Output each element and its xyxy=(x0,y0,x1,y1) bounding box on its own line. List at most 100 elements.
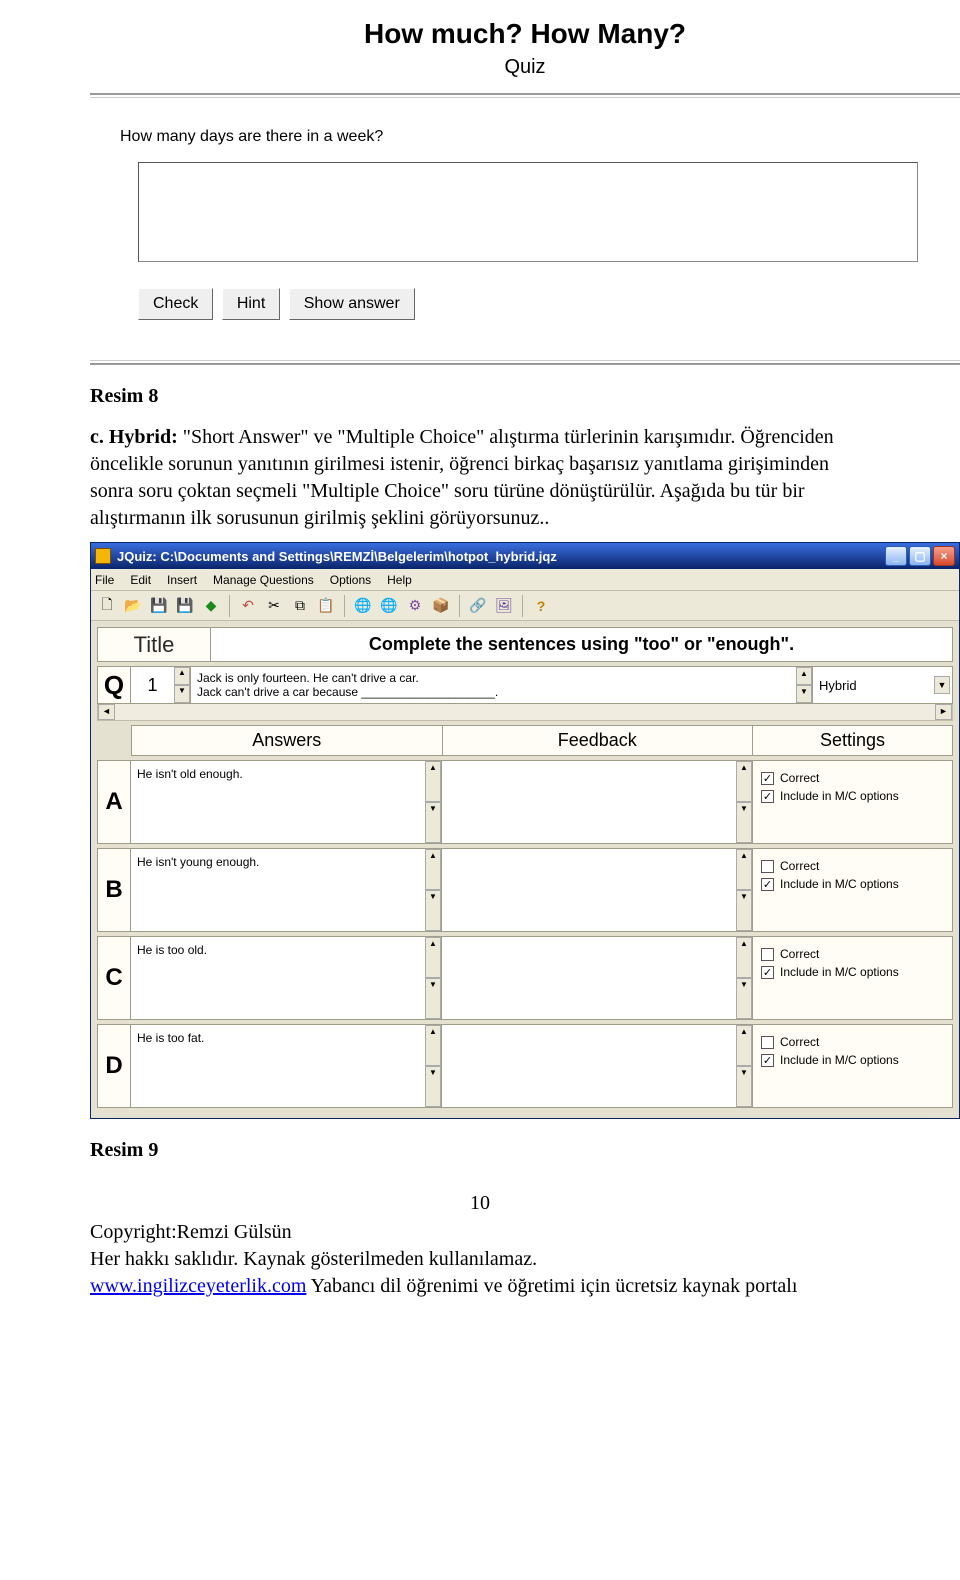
globe-icon[interactable]: 🌐 xyxy=(351,594,375,618)
scroll-up-icon[interactable]: ▲ xyxy=(425,849,441,890)
correct-checkbox[interactable] xyxy=(761,948,774,961)
q-number: 1 xyxy=(131,667,174,703)
maximize-button[interactable]: ▢ xyxy=(909,546,931,566)
feedback-input[interactable]: ▲▼ xyxy=(442,1024,753,1108)
scroll-down-icon[interactable]: ▼ xyxy=(425,1066,441,1107)
scroll-up-icon[interactable]: ▲ xyxy=(736,1025,752,1066)
app-icon xyxy=(95,548,111,564)
package-icon[interactable]: 📦 xyxy=(429,594,453,618)
scroll-up-icon[interactable]: ▲ xyxy=(736,849,752,890)
settings-cell: Correct✓Include in M/C options xyxy=(753,936,953,1020)
answer-text-input[interactable]: He is too fat.▲▼ xyxy=(131,1024,442,1108)
footer: 10 Copyright:Remzi Gülsün Her hakkı sakl… xyxy=(90,1190,870,1300)
feedback-input[interactable]: ▲▼ xyxy=(442,936,753,1020)
new-icon[interactable]: 🗋 xyxy=(95,594,119,618)
correct-label: Correct xyxy=(780,771,819,785)
correct-label: Correct xyxy=(780,1035,819,1049)
menu-help[interactable]: Help xyxy=(387,573,412,587)
title-label: Title xyxy=(97,627,211,662)
quiz-question: How many days are there in a week? xyxy=(120,128,930,146)
scroll-up-icon[interactable]: ▲ xyxy=(736,937,752,978)
spin-down-icon[interactable]: ▼ xyxy=(174,685,190,703)
question-text-input[interactable]: Jack is only fourteen. He can't drive a … xyxy=(191,666,813,704)
menu-manage-questions[interactable]: Manage Questions xyxy=(213,573,314,587)
cut-icon[interactable]: ✂ xyxy=(262,594,286,618)
menubar: File Edit Insert Manage Questions Option… xyxy=(91,569,959,591)
answer-row: AHe isn't old enough.▲▼▲▼✓Correct✓Includ… xyxy=(97,760,953,844)
scroll-left-icon[interactable]: ◄ xyxy=(98,704,115,720)
scroll-down-icon[interactable]: ▼ xyxy=(796,685,812,703)
question-l1: Jack is only fourteen. He can't drive a … xyxy=(197,671,806,685)
footer-link[interactable]: www.ingilizceyeterlik.com xyxy=(90,1275,306,1297)
include-checkbox[interactable]: ✓ xyxy=(761,1054,774,1067)
add-icon[interactable]: ◆ xyxy=(199,594,223,618)
include-checkbox[interactable]: ✓ xyxy=(761,966,774,979)
correct-label: Correct xyxy=(780,947,819,961)
horizontal-scrollbar[interactable]: ◄ ► xyxy=(97,704,953,721)
correct-checkbox[interactable]: ✓ xyxy=(761,772,774,785)
scroll-up-icon[interactable]: ▲ xyxy=(425,761,441,802)
caption-resim8: Resim 8 xyxy=(90,385,158,407)
toolbar: 🗋 📂 💾 💾 ◆ ↶ ✂ ⧉ 📋 🌐 🌐 ⚙ 📦 🔗 🖼 ? xyxy=(91,591,959,621)
title-input[interactable]: Complete the sentences using "too" or "e… xyxy=(211,627,953,662)
undo-icon[interactable]: ↶ xyxy=(236,594,260,618)
scroll-up-icon[interactable]: ▲ xyxy=(796,667,812,685)
check-button[interactable]: Check xyxy=(138,288,213,320)
scroll-down-icon[interactable]: ▼ xyxy=(425,890,441,931)
include-checkbox[interactable]: ✓ xyxy=(761,790,774,803)
include-checkbox[interactable]: ✓ xyxy=(761,878,774,891)
open-icon[interactable]: 📂 xyxy=(121,594,145,618)
link-icon[interactable]: 🔗 xyxy=(466,594,490,618)
scroll-down-icon[interactable]: ▼ xyxy=(425,978,441,1019)
answer-text-input[interactable]: He isn't old enough.▲▼ xyxy=(131,760,442,844)
header-feedback: Feedback xyxy=(443,725,754,756)
feedback-input[interactable]: ▲▼ xyxy=(442,760,753,844)
menu-options[interactable]: Options xyxy=(330,573,371,587)
correct-checkbox[interactable] xyxy=(761,860,774,873)
minimize-button[interactable]: _ xyxy=(885,546,907,566)
answer-text-input[interactable]: He isn't young enough.▲▼ xyxy=(131,848,442,932)
q-number-spin[interactable]: 1 ▲ ▼ xyxy=(131,666,191,704)
scroll-down-icon[interactable]: ▼ xyxy=(736,1066,752,1107)
help-icon[interactable]: ? xyxy=(529,594,553,618)
scroll-up-icon[interactable]: ▲ xyxy=(425,937,441,978)
scroll-down-icon[interactable]: ▼ xyxy=(736,802,752,843)
header-answers: Answers xyxy=(131,725,443,756)
scroll-right-icon[interactable]: ► xyxy=(935,704,952,720)
image-icon[interactable]: 🖼 xyxy=(492,594,516,618)
scroll-up-icon[interactable]: ▲ xyxy=(736,761,752,802)
jquiz-window: JQuiz: C:\Documents and Settings\REMZİ\B… xyxy=(90,542,960,1119)
paste-icon[interactable]: 📋 xyxy=(314,594,338,618)
scroll-down-icon[interactable]: ▼ xyxy=(425,802,441,843)
menu-edit[interactable]: Edit xyxy=(130,573,151,587)
answer-letter: A xyxy=(97,760,131,844)
save-as-icon[interactable]: 💾 xyxy=(173,594,197,618)
menu-insert[interactable]: Insert xyxy=(167,573,197,587)
quiz-subtitle: Quiz xyxy=(90,56,960,79)
correct-label: Correct xyxy=(780,859,819,873)
copy-icon[interactable]: ⧉ xyxy=(288,594,312,618)
footer-rights: Her hakkı saklıdır. Kaynak gösterilmeden… xyxy=(90,1246,870,1273)
scroll-down-icon[interactable]: ▼ xyxy=(736,978,752,1019)
include-label: Include in M/C options xyxy=(780,1053,899,1067)
menu-file[interactable]: File xyxy=(95,573,114,587)
answer-text-input[interactable]: He is too old.▲▼ xyxy=(131,936,442,1020)
q-label: Q xyxy=(97,666,131,704)
caption-resim9: Resim 9 xyxy=(90,1139,158,1161)
question-type-select[interactable]: Hybrid ▼ xyxy=(813,666,953,704)
show-answer-button[interactable]: Show answer xyxy=(289,288,415,320)
settings-icon[interactable]: ⚙ xyxy=(403,594,427,618)
scroll-down-icon[interactable]: ▼ xyxy=(736,890,752,931)
hint-button[interactable]: Hint xyxy=(222,288,280,320)
qtype-value: Hybrid xyxy=(819,678,857,693)
include-label: Include in M/C options xyxy=(780,877,899,891)
spin-up-icon[interactable]: ▲ xyxy=(174,667,190,685)
correct-checkbox[interactable] xyxy=(761,1036,774,1049)
globe2-icon[interactable]: 🌐 xyxy=(377,594,401,618)
feedback-input[interactable]: ▲▼ xyxy=(442,848,753,932)
include-label: Include in M/C options xyxy=(780,789,899,803)
save-icon[interactable]: 💾 xyxy=(147,594,171,618)
answer-input[interactable] xyxy=(138,162,918,262)
close-button[interactable]: × xyxy=(933,546,955,566)
scroll-up-icon[interactable]: ▲ xyxy=(425,1025,441,1066)
